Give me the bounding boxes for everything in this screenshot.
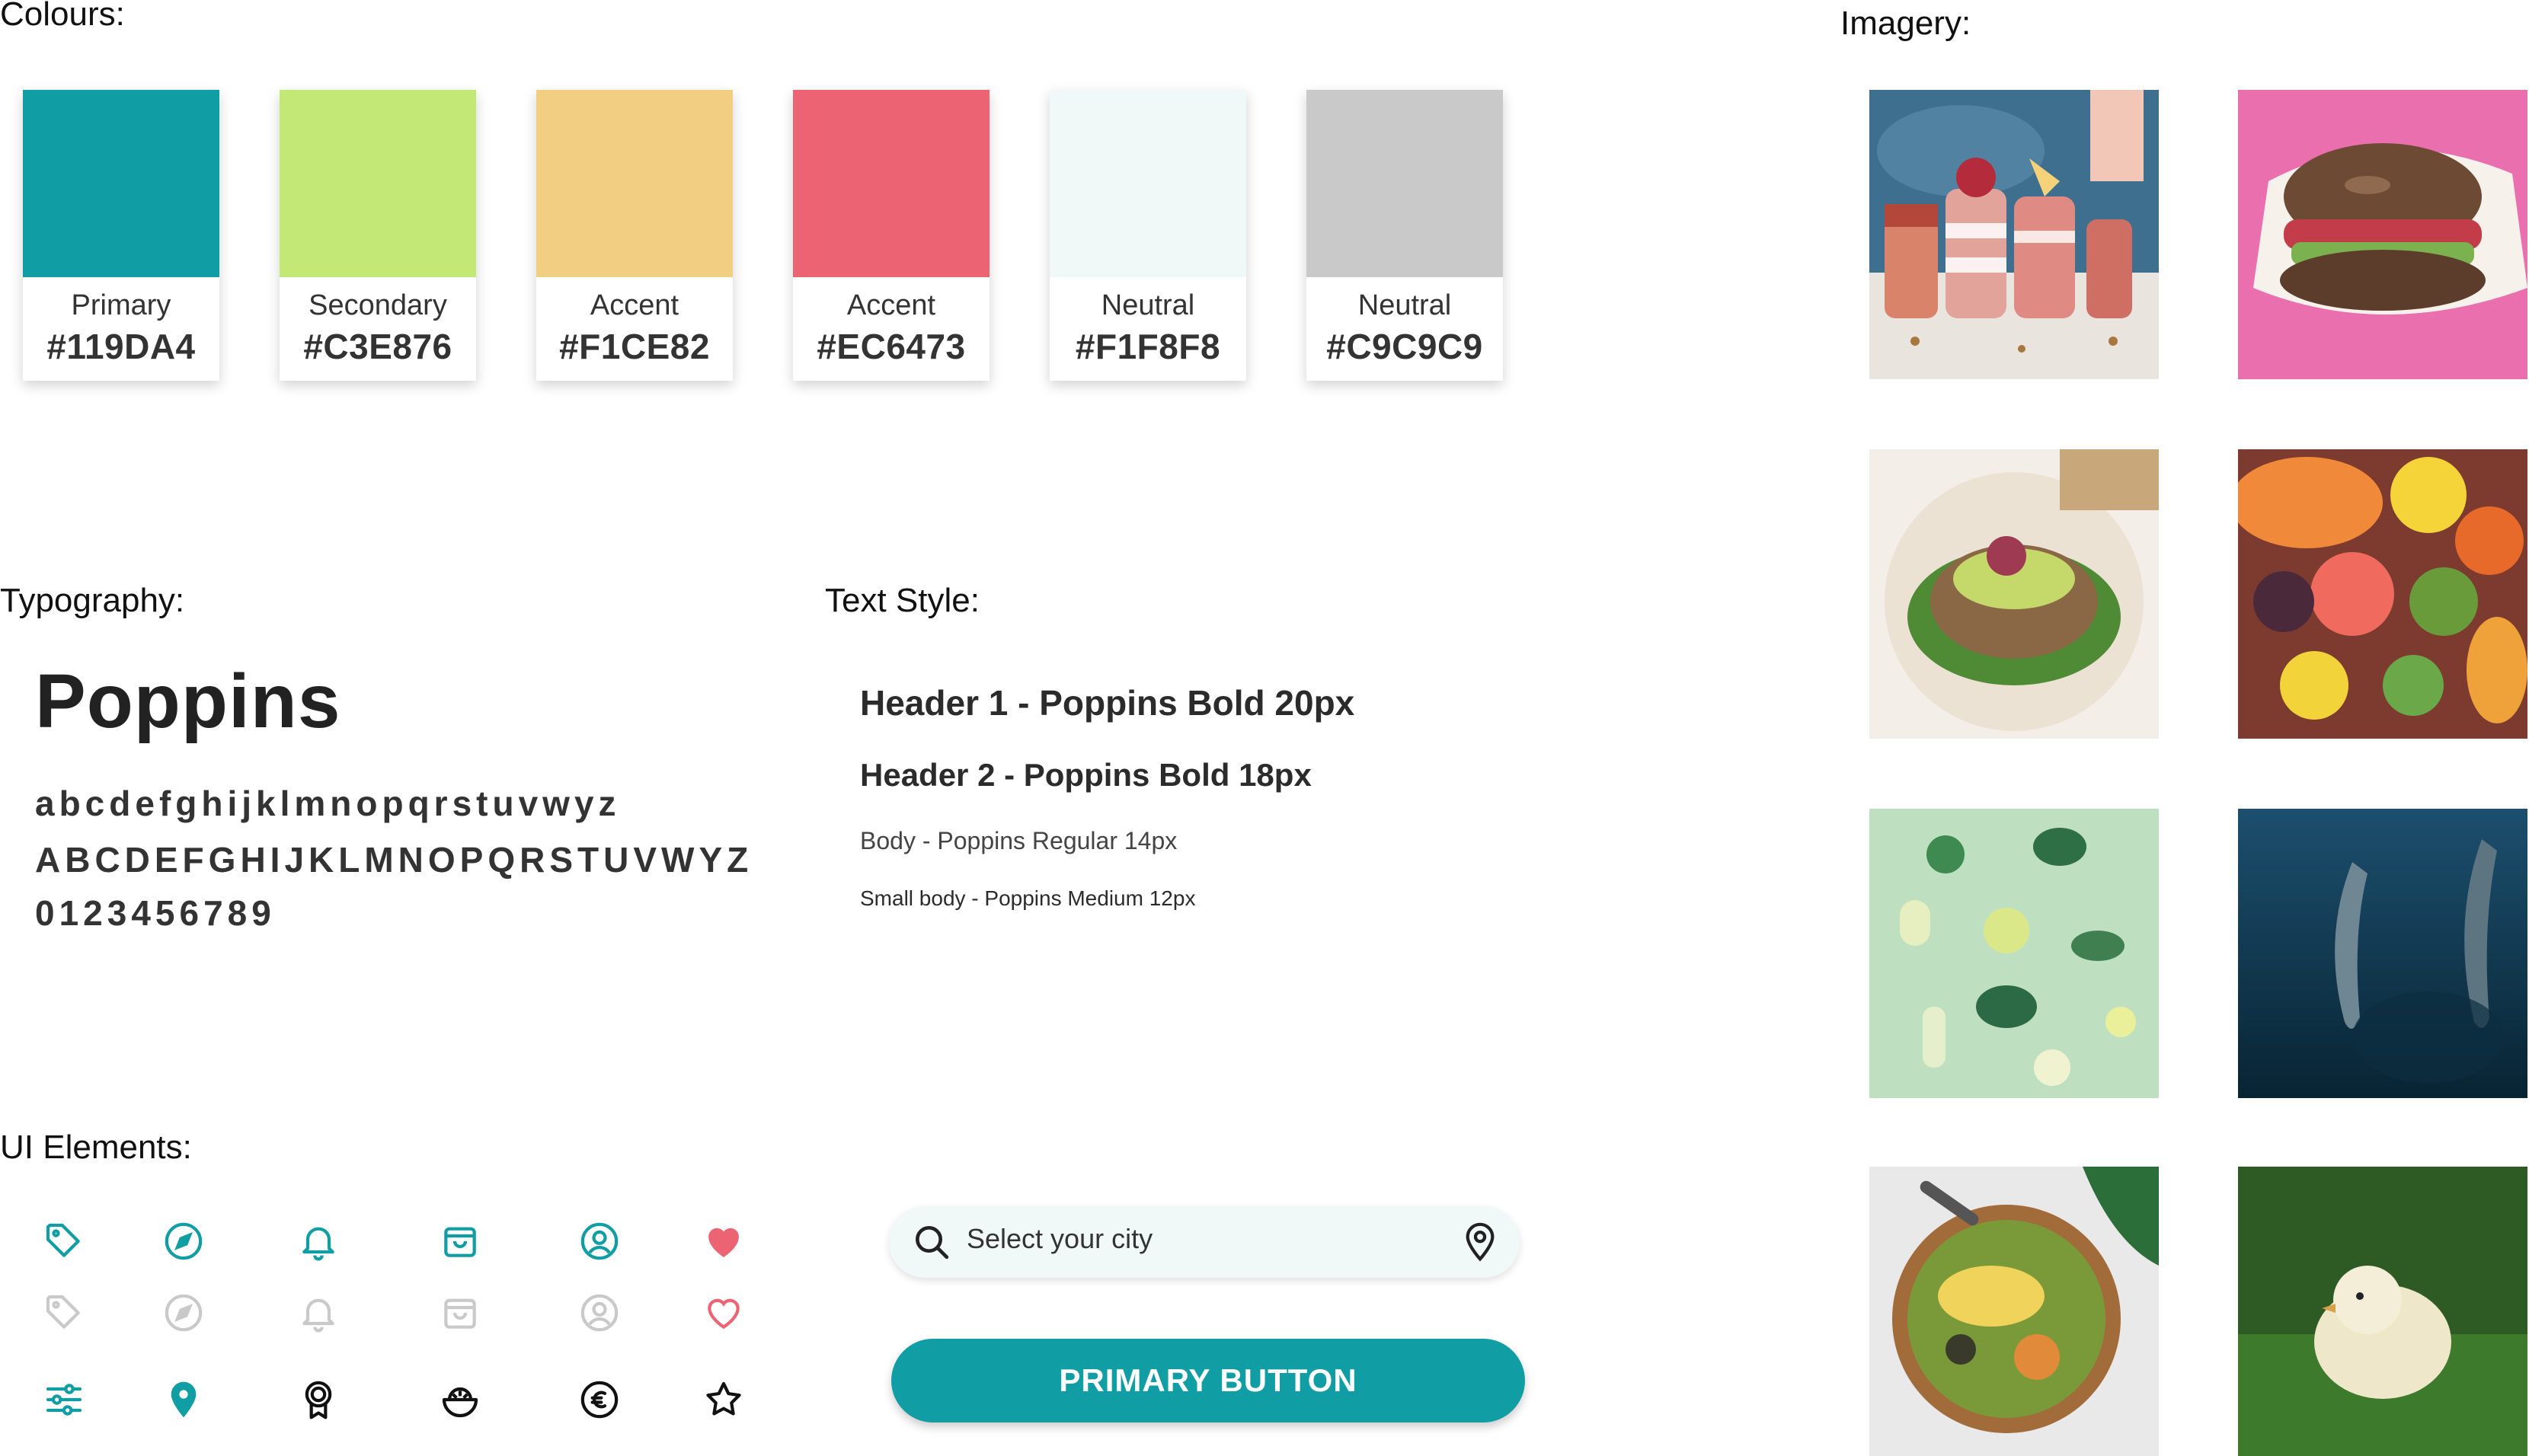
font-lowercase-sample: abcdefghijklmnopqrstuvwyz	[35, 784, 621, 823]
colour-chip	[793, 90, 990, 277]
chick-image	[2238, 1167, 2527, 1456]
colour-hex: #C3E876	[303, 327, 452, 366]
colour-chip	[23, 90, 219, 277]
grain-bowl-image	[1869, 1167, 2159, 1456]
colour-name: Secondary	[309, 289, 447, 321]
food-bowl-icon[interactable]	[439, 1378, 481, 1421]
filter-sliders-icon[interactable]	[43, 1378, 85, 1421]
search-icon	[910, 1221, 953, 1263]
star-icon[interactable]	[702, 1378, 745, 1421]
text-style-header-2: Header 2 - Poppins Bold 18px	[860, 757, 1312, 793]
colour-hex: #F1CE82	[559, 327, 710, 366]
user-circle-icon[interactable]	[578, 1220, 621, 1263]
colour-name: Accent	[846, 289, 936, 321]
font-family-name: Poppins	[35, 659, 341, 744]
compass-icon[interactable]	[162, 1220, 205, 1263]
colour-name: Accent	[590, 289, 679, 321]
colour-name: Neutral	[1357, 289, 1452, 321]
colour-chip	[1050, 90, 1246, 277]
user-circle-icon[interactable]	[578, 1292, 621, 1334]
text-style-body: Body - Poppins Regular 14px	[860, 827, 1178, 854]
imagery-section-title: Imagery:	[1840, 5, 1971, 42]
fruits-image	[2238, 449, 2527, 739]
award-badge-icon[interactable]	[297, 1378, 340, 1421]
colour-name: Primary	[71, 289, 171, 321]
primary-button[interactable]: PRIMARY BUTTON	[891, 1339, 1525, 1422]
colour-chip	[280, 90, 476, 277]
shopping-bag-icon[interactable]	[439, 1220, 481, 1263]
smoothies-image	[1869, 90, 2159, 379]
colour-swatch-neutral-light: Neutral #F1F8F8	[1050, 90, 1246, 381]
colour-name: Neutral	[1101, 289, 1195, 321]
colour-hex: #F1F8F8	[1075, 327, 1221, 366]
colour-swatch-neutral-grey: Neutral #C9C9C9	[1306, 90, 1503, 381]
text-style-section-title: Text Style:	[825, 582, 980, 619]
colour-hex: #EC6473	[817, 327, 966, 366]
city-search-input[interactable]: Select your city	[889, 1206, 1520, 1278]
colour-chip	[536, 90, 733, 277]
font-uppercase-sample: ABCDEFGHIJKLMNOPQRSTUVWYZ	[35, 840, 753, 880]
heart-filled-icon[interactable]	[702, 1220, 745, 1263]
location-pin-icon[interactable]	[162, 1378, 205, 1421]
colour-hex: #C9C9C9	[1326, 327, 1483, 366]
shopping-bag-icon[interactable]	[439, 1292, 481, 1334]
colour-chip	[1306, 90, 1503, 277]
dolphins-image	[2238, 809, 2527, 1098]
tag-icon[interactable]	[43, 1220, 85, 1263]
avocado-toast-image	[1869, 449, 2159, 739]
colour-swatch-accent-red: Accent #EC6473	[793, 90, 990, 381]
colours-section-title: Colours:	[0, 0, 125, 33]
tag-icon[interactable]	[43, 1292, 85, 1334]
location-pin-icon[interactable]	[1459, 1220, 1501, 1263]
euro-coin-icon[interactable]	[578, 1378, 621, 1421]
ui-elements-section-title: UI Elements:	[0, 1129, 192, 1166]
typography-section-title: Typography:	[0, 582, 185, 619]
colour-swatch-accent-yellow: Accent #F1CE82	[536, 90, 733, 381]
colour-swatch-primary: Primary #119DA4	[23, 90, 219, 381]
compass-icon[interactable]	[162, 1292, 205, 1334]
font-digits-sample: 0123456789	[35, 893, 276, 933]
colour-swatch-secondary: Secondary #C3E876	[280, 90, 476, 381]
bell-icon[interactable]	[297, 1220, 340, 1263]
heart-outline-icon[interactable]	[702, 1292, 745, 1334]
greens-flatlay-image	[1869, 809, 2159, 1098]
search-placeholder: Select your city	[967, 1223, 1153, 1254]
colour-hex: #119DA4	[46, 327, 196, 366]
text-style-small-body: Small body - Poppins Medium 12px	[860, 886, 1196, 910]
text-style-header-1: Header 1 - Poppins Bold 20px	[860, 683, 1355, 723]
burger-image	[2238, 90, 2527, 379]
bell-icon[interactable]	[297, 1292, 340, 1334]
